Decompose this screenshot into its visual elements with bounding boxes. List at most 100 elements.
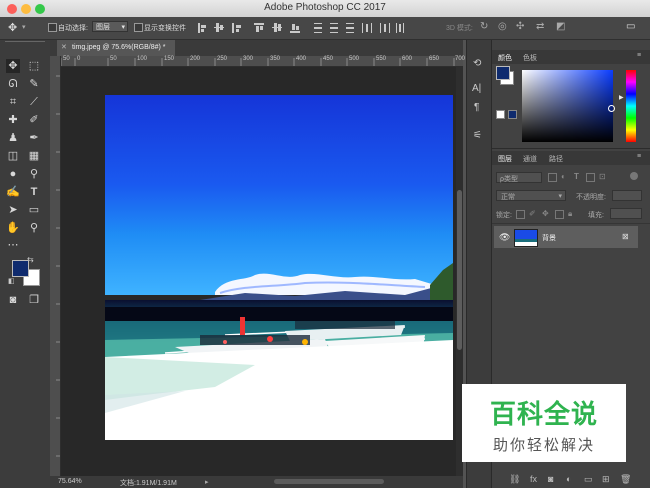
auto-select-dropdown[interactable]: 图层 ▾ [92, 21, 128, 32]
color-picker-cursor[interactable] [608, 105, 615, 112]
show-transform-checkbox[interactable] [134, 23, 143, 32]
lock-all-icon[interactable]: 🔒︎ [568, 209, 572, 219]
vertical-ruler-ticks [56, 75, 60, 457]
zoom-level[interactable]: 75.64% [58, 478, 82, 485]
rectangle-tool-icon[interactable]: ▭ [27, 203, 41, 217]
move-tool-preset-icon[interactable]: ✥ [8, 21, 17, 34]
screen-mode-icon[interactable]: ❐ [27, 293, 41, 307]
chevron-right-icon[interactable]: ▸ [205, 478, 209, 486]
brush-tool-icon[interactable]: ✐ [27, 113, 41, 127]
move-tool-icon[interactable]: ✥ [6, 59, 20, 73]
ruler-label: 150 [164, 56, 175, 62]
lock-pixels-icon[interactable]: ✐ [529, 209, 536, 218]
blend-mode-value: 正常 [501, 194, 515, 201]
lock-position-icon[interactable]: ✥ [542, 209, 549, 218]
filter-smart-object-icon[interactable]: ⊡ [599, 172, 606, 181]
zoom-tool-icon[interactable]: ⚲ [27, 221, 41, 235]
history-brush-tool-icon[interactable]: ✒ [27, 131, 41, 145]
hue-slider[interactable] [626, 70, 636, 142]
marquee-tool-icon[interactable]: ⬚ [27, 59, 41, 73]
panel-divider [492, 148, 650, 149]
blur-tool-icon[interactable]: ● [6, 167, 20, 181]
tab-color[interactable]: 颜色 [498, 53, 512, 63]
tab-paths[interactable]: 路径 [549, 154, 563, 164]
3d-drag-icon[interactable]: ✣ [516, 21, 524, 32]
document-tab[interactable]: ✕ timg.jpeg @ 75.6%(RGB/8#) * [57, 40, 175, 56]
color-small-swatch-fg[interactable] [508, 110, 517, 119]
toolbox-grip[interactable] [5, 41, 45, 46]
filter-toggle-icon[interactable] [630, 172, 638, 180]
quick-mask-icon[interactable]: ◙ [6, 293, 20, 307]
panel-menu-icon[interactable]: ≡ [637, 52, 641, 59]
history-icon[interactable]: ⟲ [473, 58, 481, 69]
blend-mode-dropdown[interactable]: 正常 ▾ [496, 190, 566, 201]
color-spectrum-field[interactable] [522, 70, 615, 142]
path-selection-tool-icon[interactable]: ➤ [6, 203, 20, 217]
foreground-color-swatch[interactable] [12, 260, 29, 277]
watermark-card: 百科全说 助你轻松解决 [462, 384, 626, 462]
trash-icon[interactable]: 🗑︎ [620, 474, 631, 485]
lock-artboard-icon[interactable] [555, 210, 564, 219]
pen-tool-icon[interactable]: ✍ [6, 185, 20, 199]
eye-icon[interactable]: 👁︎ [499, 232, 510, 243]
eraser-tool-icon[interactable]: ◫ [6, 149, 20, 163]
auto-select-checkbox[interactable] [48, 23, 57, 32]
link-layers-icon[interactable]: ⛓︎ [509, 474, 520, 485]
close-tab-icon[interactable]: ✕ [61, 40, 67, 56]
tab-channels[interactable]: 通道 [523, 154, 537, 164]
document-image[interactable] [105, 95, 453, 440]
eyedropper-tool-icon[interactable]: ⟋ [27, 95, 41, 109]
tab-layers[interactable]: 图层 [498, 154, 512, 164]
fx-icon[interactable]: fx [530, 474, 537, 484]
clone-stamp-tool-icon[interactable]: ♟ [6, 131, 20, 145]
filter-shape-icon[interactable] [586, 173, 595, 182]
type-tool-icon[interactable]: T [27, 185, 41, 199]
panel-menu-icon[interactable]: ≡ [637, 153, 641, 160]
3d-slide-icon[interactable]: ⇄ [536, 21, 544, 32]
ruler-label: 250 [217, 56, 228, 62]
workspace-icon[interactable]: ▭ [626, 21, 635, 32]
scrollbar-thumb[interactable] [457, 190, 462, 350]
quick-select-tool-icon[interactable]: ✎ [27, 77, 41, 91]
hue-slider-pointer-icon[interactable]: ▶ [619, 94, 624, 101]
filter-pixel-icon[interactable] [548, 173, 557, 182]
fill-input[interactable] [610, 208, 642, 219]
tab-swatches[interactable]: 色板 [523, 53, 537, 63]
layer-filter-dropdown[interactable]: ρ类型 [496, 172, 542, 183]
properties-icon[interactable]: ⚟ [473, 130, 482, 141]
opacity-input[interactable] [612, 190, 642, 201]
new-layer-icon[interactable]: ⊞ [602, 474, 610, 485]
healing-brush-tool-icon[interactable]: ✚ [6, 113, 20, 127]
3d-rotate-icon[interactable]: ↻ [480, 21, 488, 32]
3d-scale-icon[interactable]: ◩ [556, 21, 565, 32]
filter-type-icon[interactable]: T [574, 172, 579, 181]
horizontal-scrollbar[interactable] [274, 479, 384, 484]
dodge-tool-icon[interactable]: ⚲ [27, 167, 41, 181]
3d-roll-icon[interactable]: ◎ [498, 21, 507, 32]
opacity-label: 不透明度: [576, 194, 606, 201]
add-mask-icon[interactable]: ◙ [548, 474, 553, 484]
new-group-icon[interactable]: ▭ [584, 474, 593, 485]
crop-tool-icon[interactable]: ⌗ [6, 95, 20, 109]
hand-tool-icon[interactable]: ✋ [6, 221, 20, 235]
color-panel-fg-swatch[interactable] [496, 66, 510, 80]
panel-divider [492, 223, 650, 224]
ruler-label: 50 [110, 56, 117, 62]
filter-adjustment-icon[interactable]: ◐ [561, 172, 566, 181]
default-colors-icon[interactable]: ◧ [8, 277, 15, 285]
edit-toolbar-icon[interactable]: ⋯ [6, 238, 20, 252]
adjustment-layer-icon[interactable]: ◐ [566, 474, 571, 484]
lasso-tool-icon[interactable]: ᘏ [6, 77, 20, 91]
lock-label: 锁定: [496, 212, 512, 219]
color-small-swatch[interactable] [496, 110, 505, 119]
align-icons[interactable] [196, 21, 406, 35]
gradient-tool-icon[interactable]: ▦ [27, 149, 41, 163]
layer-row[interactable]: 👁︎ 背景 ⊠ [494, 226, 638, 248]
lock-transparent-icon[interactable] [516, 210, 525, 219]
chevron-down-icon: ▾ [558, 193, 562, 200]
chevron-down-icon[interactable]: ▾ [22, 23, 26, 31]
doc-info: 文档:1.91M/1.91M [120, 480, 177, 487]
toolbox: ✥ ⬚ ᘏ ✎ ⌗ ⟋ ✚ ✐ ♟ ✒ ◫ ▦ ● ⚲ ✍ T ➤ ▭ ✋ ⚲ … [0, 40, 51, 488]
paragraph-icon[interactable]: ¶ [474, 102, 479, 113]
character-icon[interactable]: A| [472, 83, 481, 94]
